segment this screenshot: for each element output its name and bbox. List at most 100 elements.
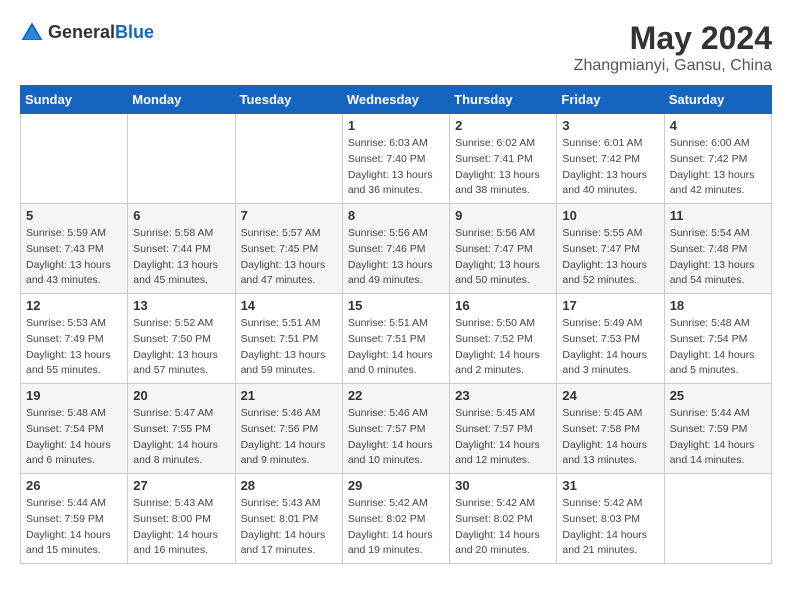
day-header-monday: Monday bbox=[128, 86, 235, 114]
day-number: 2 bbox=[455, 118, 551, 133]
day-number: 18 bbox=[670, 298, 766, 313]
day-header-friday: Friday bbox=[557, 86, 664, 114]
logo-blue: Blue bbox=[115, 22, 154, 42]
day-cell: 9 Sunrise: 5:56 AM Sunset: 7:47 PM Daylig… bbox=[450, 204, 557, 294]
day-info: Sunrise: 5:45 AM Sunset: 7:58 PM Dayligh… bbox=[562, 406, 658, 469]
day-info: Sunrise: 5:44 AM Sunset: 7:59 PM Dayligh… bbox=[670, 406, 766, 469]
day-number: 8 bbox=[348, 208, 444, 223]
day-cell: 26 Sunrise: 5:44 AM Sunset: 7:59 PM Dayli… bbox=[21, 474, 128, 564]
day-info: Sunrise: 5:48 AM Sunset: 7:54 PM Dayligh… bbox=[670, 316, 766, 379]
day-number: 5 bbox=[26, 208, 122, 223]
day-cell: 21Sunrise: 5:46 AM Sunset: 7:56 PM Dayli… bbox=[235, 384, 342, 474]
day-info: Sunrise: 5:42 AM Sunset: 8:03 PM Dayligh… bbox=[562, 496, 658, 559]
day-cell: 28Sunrise: 5:43 AM Sunset: 8:01 PM Dayli… bbox=[235, 474, 342, 564]
day-number: 19 bbox=[26, 388, 122, 403]
day-number: 11 bbox=[670, 208, 766, 223]
week-row-2: 5 Sunrise: 5:59 AM Sunset: 7:43 PM Daylig… bbox=[21, 204, 772, 294]
header-row: SundayMondayTuesdayWednesdayThursdayFrid… bbox=[21, 86, 772, 114]
day-number: 31 bbox=[562, 478, 658, 493]
page-header: GeneralBlue May 2024 Zhangmianyi, Gansu,… bbox=[20, 20, 772, 75]
week-row-3: 12Sunrise: 5:53 AM Sunset: 7:49 PM Dayli… bbox=[21, 294, 772, 384]
week-row-5: 26 Sunrise: 5:44 AM Sunset: 7:59 PM Dayli… bbox=[21, 474, 772, 564]
day-number: 14 bbox=[241, 298, 337, 313]
day-cell: 23Sunrise: 5:45 AM Sunset: 7:57 PM Dayli… bbox=[450, 384, 557, 474]
day-number: 4 bbox=[670, 118, 766, 133]
day-number: 24 bbox=[562, 388, 658, 403]
day-cell: 11Sunrise: 5:54 AM Sunset: 7:48 PM Dayli… bbox=[664, 204, 771, 294]
day-info: Sunrise: 5:59 AM Sunset: 7:43 PM Dayligh… bbox=[26, 226, 122, 289]
day-info: Sunrise: 5:46 AM Sunset: 7:56 PM Dayligh… bbox=[241, 406, 337, 469]
day-number: 16 bbox=[455, 298, 551, 313]
day-info: Sunrise: 5:43 AM Sunset: 8:00 PM Dayligh… bbox=[133, 496, 229, 559]
day-info: Sunrise: 5:49 AM Sunset: 7:53 PM Dayligh… bbox=[562, 316, 658, 379]
day-number: 30 bbox=[455, 478, 551, 493]
day-header-tuesday: Tuesday bbox=[235, 86, 342, 114]
day-number: 15 bbox=[348, 298, 444, 313]
day-info: Sunrise: 5:51 AM Sunset: 7:51 PM Dayligh… bbox=[241, 316, 337, 379]
day-number: 25 bbox=[670, 388, 766, 403]
day-cell: 4 Sunrise: 6:00 AM Sunset: 7:42 PM Daylig… bbox=[664, 114, 771, 204]
day-cell: 5 Sunrise: 5:59 AM Sunset: 7:43 PM Daylig… bbox=[21, 204, 128, 294]
day-header-sunday: Sunday bbox=[21, 86, 128, 114]
day-info: Sunrise: 5:58 AM Sunset: 7:44 PM Dayligh… bbox=[133, 226, 229, 289]
day-cell: 2 Sunrise: 6:02 AM Sunset: 7:41 PM Daylig… bbox=[450, 114, 557, 204]
location: Zhangmianyi, Gansu, China bbox=[574, 57, 772, 75]
day-info: Sunrise: 5:55 AM Sunset: 7:47 PM Dayligh… bbox=[562, 226, 658, 289]
day-number: 17 bbox=[562, 298, 658, 313]
day-info: Sunrise: 5:52 AM Sunset: 7:50 PM Dayligh… bbox=[133, 316, 229, 379]
day-cell bbox=[128, 114, 235, 204]
day-info: Sunrise: 5:47 AM Sunset: 7:55 PM Dayligh… bbox=[133, 406, 229, 469]
day-header-thursday: Thursday bbox=[450, 86, 557, 114]
day-cell: 18 Sunrise: 5:48 AM Sunset: 7:54 PM Dayli… bbox=[664, 294, 771, 384]
day-info: Sunrise: 5:46 AM Sunset: 7:57 PM Dayligh… bbox=[348, 406, 444, 469]
day-number: 13 bbox=[133, 298, 229, 313]
day-cell: 30 Sunrise: 5:42 AM Sunset: 8:02 PM Dayli… bbox=[450, 474, 557, 564]
week-row-4: 19 Sunrise: 5:48 AM Sunset: 7:54 PM Dayli… bbox=[21, 384, 772, 474]
day-info: Sunrise: 6:02 AM Sunset: 7:41 PM Dayligh… bbox=[455, 136, 551, 199]
day-cell: 25 Sunrise: 5:44 AM Sunset: 7:59 PM Dayli… bbox=[664, 384, 771, 474]
day-cell: 24 Sunrise: 5:45 AM Sunset: 7:58 PM Dayli… bbox=[557, 384, 664, 474]
day-cell: 29 Sunrise: 5:42 AM Sunset: 8:02 PM Dayli… bbox=[342, 474, 449, 564]
day-number: 23 bbox=[455, 388, 551, 403]
day-info: Sunrise: 5:50 AM Sunset: 7:52 PM Dayligh… bbox=[455, 316, 551, 379]
week-row-1: 1Sunrise: 6:03 AM Sunset: 7:40 PM Daylig… bbox=[21, 114, 772, 204]
day-cell: 8 Sunrise: 5:56 AM Sunset: 7:46 PM Daylig… bbox=[342, 204, 449, 294]
day-number: 26 bbox=[26, 478, 122, 493]
day-cell: 17 Sunrise: 5:49 AM Sunset: 7:53 PM Dayli… bbox=[557, 294, 664, 384]
day-number: 9 bbox=[455, 208, 551, 223]
day-cell: 13 Sunrise: 5:52 AM Sunset: 7:50 PM Dayli… bbox=[128, 294, 235, 384]
day-info: Sunrise: 5:42 AM Sunset: 8:02 PM Dayligh… bbox=[348, 496, 444, 559]
logo-icon bbox=[20, 20, 44, 44]
day-info: Sunrise: 5:44 AM Sunset: 7:59 PM Dayligh… bbox=[26, 496, 122, 559]
day-number: 7 bbox=[241, 208, 337, 223]
day-info: Sunrise: 5:56 AM Sunset: 7:47 PM Dayligh… bbox=[455, 226, 551, 289]
day-cell: 12Sunrise: 5:53 AM Sunset: 7:49 PM Dayli… bbox=[21, 294, 128, 384]
day-info: Sunrise: 5:48 AM Sunset: 7:54 PM Dayligh… bbox=[26, 406, 122, 469]
day-info: Sunrise: 5:43 AM Sunset: 8:01 PM Dayligh… bbox=[241, 496, 337, 559]
day-info: Sunrise: 5:56 AM Sunset: 7:46 PM Dayligh… bbox=[348, 226, 444, 289]
day-cell: 16 Sunrise: 5:50 AM Sunset: 7:52 PM Dayli… bbox=[450, 294, 557, 384]
day-cell: 27 Sunrise: 5:43 AM Sunset: 8:00 PM Dayli… bbox=[128, 474, 235, 564]
day-number: 6 bbox=[133, 208, 229, 223]
calendar-table: SundayMondayTuesdayWednesdayThursdayFrid… bbox=[20, 85, 772, 564]
month-year: May 2024 bbox=[574, 20, 772, 57]
day-number: 12 bbox=[26, 298, 122, 313]
day-cell: 22 Sunrise: 5:46 AM Sunset: 7:57 PM Dayli… bbox=[342, 384, 449, 474]
day-info: Sunrise: 6:00 AM Sunset: 7:42 PM Dayligh… bbox=[670, 136, 766, 199]
day-cell bbox=[21, 114, 128, 204]
day-cell: 3Sunrise: 6:01 AM Sunset: 7:42 PM Daylig… bbox=[557, 114, 664, 204]
day-info: Sunrise: 5:51 AM Sunset: 7:51 PM Dayligh… bbox=[348, 316, 444, 379]
day-cell bbox=[664, 474, 771, 564]
day-number: 27 bbox=[133, 478, 229, 493]
day-info: Sunrise: 6:03 AM Sunset: 7:40 PM Dayligh… bbox=[348, 136, 444, 199]
day-number: 10 bbox=[562, 208, 658, 223]
day-number: 29 bbox=[348, 478, 444, 493]
day-info: Sunrise: 5:57 AM Sunset: 7:45 PM Dayligh… bbox=[241, 226, 337, 289]
day-number: 22 bbox=[348, 388, 444, 403]
day-header-saturday: Saturday bbox=[664, 86, 771, 114]
day-info: Sunrise: 5:42 AM Sunset: 8:02 PM Dayligh… bbox=[455, 496, 551, 559]
day-number: 3 bbox=[562, 118, 658, 133]
title-block: May 2024 Zhangmianyi, Gansu, China bbox=[574, 20, 772, 75]
day-cell: 14 Sunrise: 5:51 AM Sunset: 7:51 PM Dayli… bbox=[235, 294, 342, 384]
day-cell: 31 Sunrise: 5:42 AM Sunset: 8:03 PM Dayli… bbox=[557, 474, 664, 564]
